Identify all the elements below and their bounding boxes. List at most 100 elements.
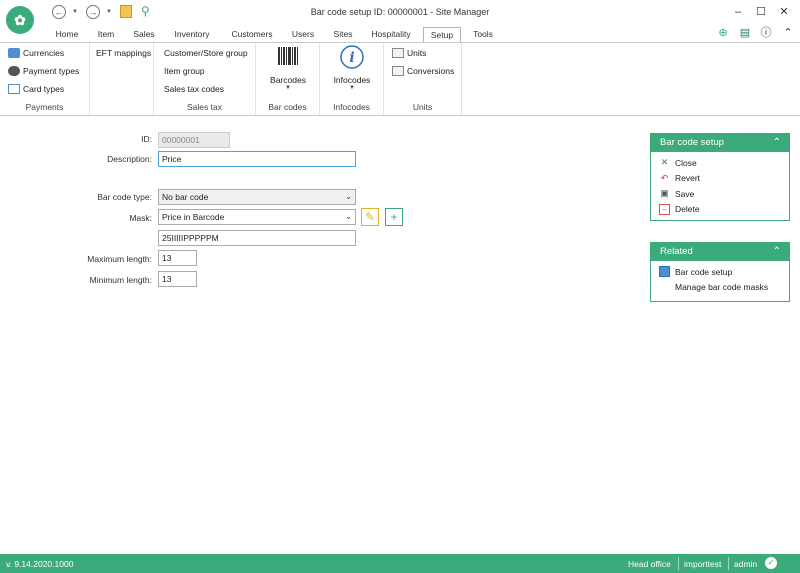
layout-icon[interactable]: ▤ — [738, 26, 752, 40]
bar-code-setup-panel: Bar code setup ⌃ ✕ Close ↶ Revert ▣ Save… — [650, 133, 790, 221]
ribbon-item-eft-mappings[interactable]: EFT mappings — [96, 48, 151, 58]
tab-customers[interactable]: Customers — [226, 27, 278, 42]
revert-action[interactable]: ↶ Revert — [651, 171, 789, 187]
group-label-infocodes: Infocodes — [333, 102, 370, 112]
conversions-icon — [392, 66, 404, 76]
barcodes-button[interactable]: Barcodes ▼ — [256, 45, 320, 91]
barcode-type-select[interactable]: No bar code ⌄ — [158, 189, 356, 205]
check-icon: ✓ — [765, 557, 777, 569]
save-icon: ▣ — [660, 188, 669, 199]
close-action[interactable]: ✕ Close — [651, 155, 789, 171]
group-label-bar-codes: Bar codes — [268, 102, 307, 112]
infocodes-button[interactable]: i Infocodes ▼ — [320, 45, 384, 91]
chevron-down-icon: ⌄ — [345, 212, 352, 221]
tab-hospitality[interactable]: Hospitality — [366, 27, 416, 42]
minimize-button[interactable]: – — [730, 4, 746, 20]
related-panel: Related ⌃ Bar code setup Manage bar code… — [650, 242, 790, 302]
edit-mask-button[interactable]: ✎ — [361, 208, 379, 226]
ribbon-item-payment-types[interactable]: Payment types — [8, 66, 79, 76]
panel-header-bar-code-setup[interactable]: Bar code setup ⌃ — [651, 134, 789, 152]
ribbon-group-units: Units Conversions Units — [384, 43, 462, 115]
max-length-label: Maximum length: — [87, 254, 152, 264]
min-length-label: Minimum length: — [89, 275, 152, 285]
ribbon-item-currencies[interactable]: Currencies — [8, 48, 64, 58]
ribbon-group-sales-tax: Customer/Store group Item group Sales ta… — [154, 43, 256, 115]
currency-icon — [8, 48, 20, 58]
plus-icon: + — [390, 210, 398, 224]
ribbon-item-sales-tax-codes[interactable]: Sales tax codes — [164, 84, 224, 94]
status-divider — [728, 557, 729, 570]
chevron-up-icon: ⌃ — [772, 246, 781, 257]
tab-item[interactable]: Item — [92, 27, 120, 42]
close-icon: ✕ — [660, 157, 669, 168]
barcode-icon — [278, 47, 298, 65]
status-divider — [678, 557, 679, 570]
ribbon-group-bar-codes: Barcodes ▼ Bar codes — [256, 43, 320, 115]
window-title: Bar code setup ID: 00000001 - Site Manag… — [310, 7, 490, 17]
tab-inventory[interactable]: Inventory — [168, 27, 216, 42]
help-icon[interactable]: ⓘ — [759, 26, 773, 40]
tab-home[interactable]: Home — [52, 27, 82, 42]
ribbon-tabs: Home Item Sales Inventory Customers User… — [0, 27, 800, 43]
ribbon-group-payments: Currencies Payment types Card types Paym… — [0, 43, 90, 115]
pencil-icon: ✎ — [364, 210, 376, 224]
chevron-up-icon: ⌃ — [772, 137, 781, 148]
related-item-manage-masks[interactable]: Manage bar code masks — [651, 280, 789, 296]
chevron-down-icon: ⌄ — [345, 192, 352, 201]
maximize-button[interactable]: ☐ — [753, 4, 769, 20]
barcodes-button-label: Barcodes — [270, 75, 306, 85]
infocodes-button-label: Infocodes — [333, 75, 371, 85]
mask-pattern-field[interactable]: 25IIIIIPPPPPM — [158, 230, 356, 246]
ribbon-item-conversions[interactable]: Conversions — [392, 66, 454, 76]
revert-icon: ↶ — [660, 172, 669, 183]
barcode-setup-icon — [659, 266, 670, 278]
tab-setup[interactable]: Setup — [423, 27, 461, 43]
version-label: v. 9.14.2020.1000 — [6, 559, 74, 569]
ribbon-item-units[interactable]: Units — [392, 48, 426, 58]
close-window-button[interactable]: ✕ — [776, 4, 792, 20]
barcodes-dropdown-icon: ▼ — [285, 85, 291, 91]
ribbon: Currencies Payment types Card types Paym… — [0, 42, 800, 116]
tab-tools[interactable]: Tools — [468, 27, 498, 42]
id-field: 00000001 — [158, 132, 230, 148]
store-label: Head office — [628, 559, 671, 569]
save-action[interactable]: ▣ Save — [651, 186, 789, 202]
group-label-sales-tax: Sales tax — [187, 102, 222, 112]
info-icon: i — [340, 45, 364, 69]
barcode-type-value: No bar code — [162, 192, 209, 202]
database-label: importtest — [684, 559, 722, 569]
svg-text:i: i — [349, 50, 354, 66]
tab-sales[interactable]: Sales — [130, 27, 158, 42]
mask-select[interactable]: Price in Barcode ⌄ — [158, 209, 356, 225]
min-length-field[interactable]: 13 — [158, 271, 197, 287]
related-item-bar-code-setup[interactable]: Bar code setup — [651, 264, 789, 280]
barcode-type-label: Bar code type: — [97, 192, 152, 202]
max-length-field[interactable]: 13 — [158, 250, 197, 266]
card-icon — [8, 84, 20, 94]
title-bar: ✿ ← ▼ → ▼ ⚲ Bar code setup ID: 00000001 … — [0, 0, 800, 34]
tab-users[interactable]: Users — [288, 27, 318, 42]
collapse-ribbon-icon[interactable]: ⌃ — [781, 26, 795, 40]
delete-action[interactable]: – Delete — [651, 202, 789, 218]
description-field[interactable]: Price — [158, 151, 356, 167]
delete-icon: – — [659, 203, 670, 215]
status-bar: v. 9.14.2020.1000 Head office importtest… — [0, 554, 800, 573]
panel-header-related[interactable]: Related ⌃ — [651, 243, 789, 261]
ribbon-group-eft: EFT mappings — [90, 43, 154, 115]
group-label-units: Units — [412, 102, 433, 112]
user-label: admin — [734, 559, 758, 569]
ribbon-item-item-group[interactable]: Item group — [164, 66, 205, 76]
units-icon — [392, 48, 404, 58]
group-label-payments: Payments — [25, 102, 64, 112]
ribbon-group-infocodes: i Infocodes ▼ Infocodes — [320, 43, 384, 115]
mask-label: Mask: — [129, 213, 152, 223]
ribbon-item-customer-store-group[interactable]: Customer/Store group — [164, 48, 248, 58]
infocodes-dropdown-icon: ▼ — [349, 85, 355, 91]
add-mask-button[interactable]: + — [385, 208, 403, 226]
mask-value: Price in Barcode — [162, 212, 225, 222]
ribbon-item-card-types[interactable]: Card types — [8, 84, 64, 94]
tab-sites[interactable]: Sites — [328, 27, 358, 42]
add-circle-icon[interactable]: ⊕ — [716, 26, 730, 40]
id-label: ID: — [141, 134, 152, 144]
description-label: Description: — [107, 154, 152, 164]
